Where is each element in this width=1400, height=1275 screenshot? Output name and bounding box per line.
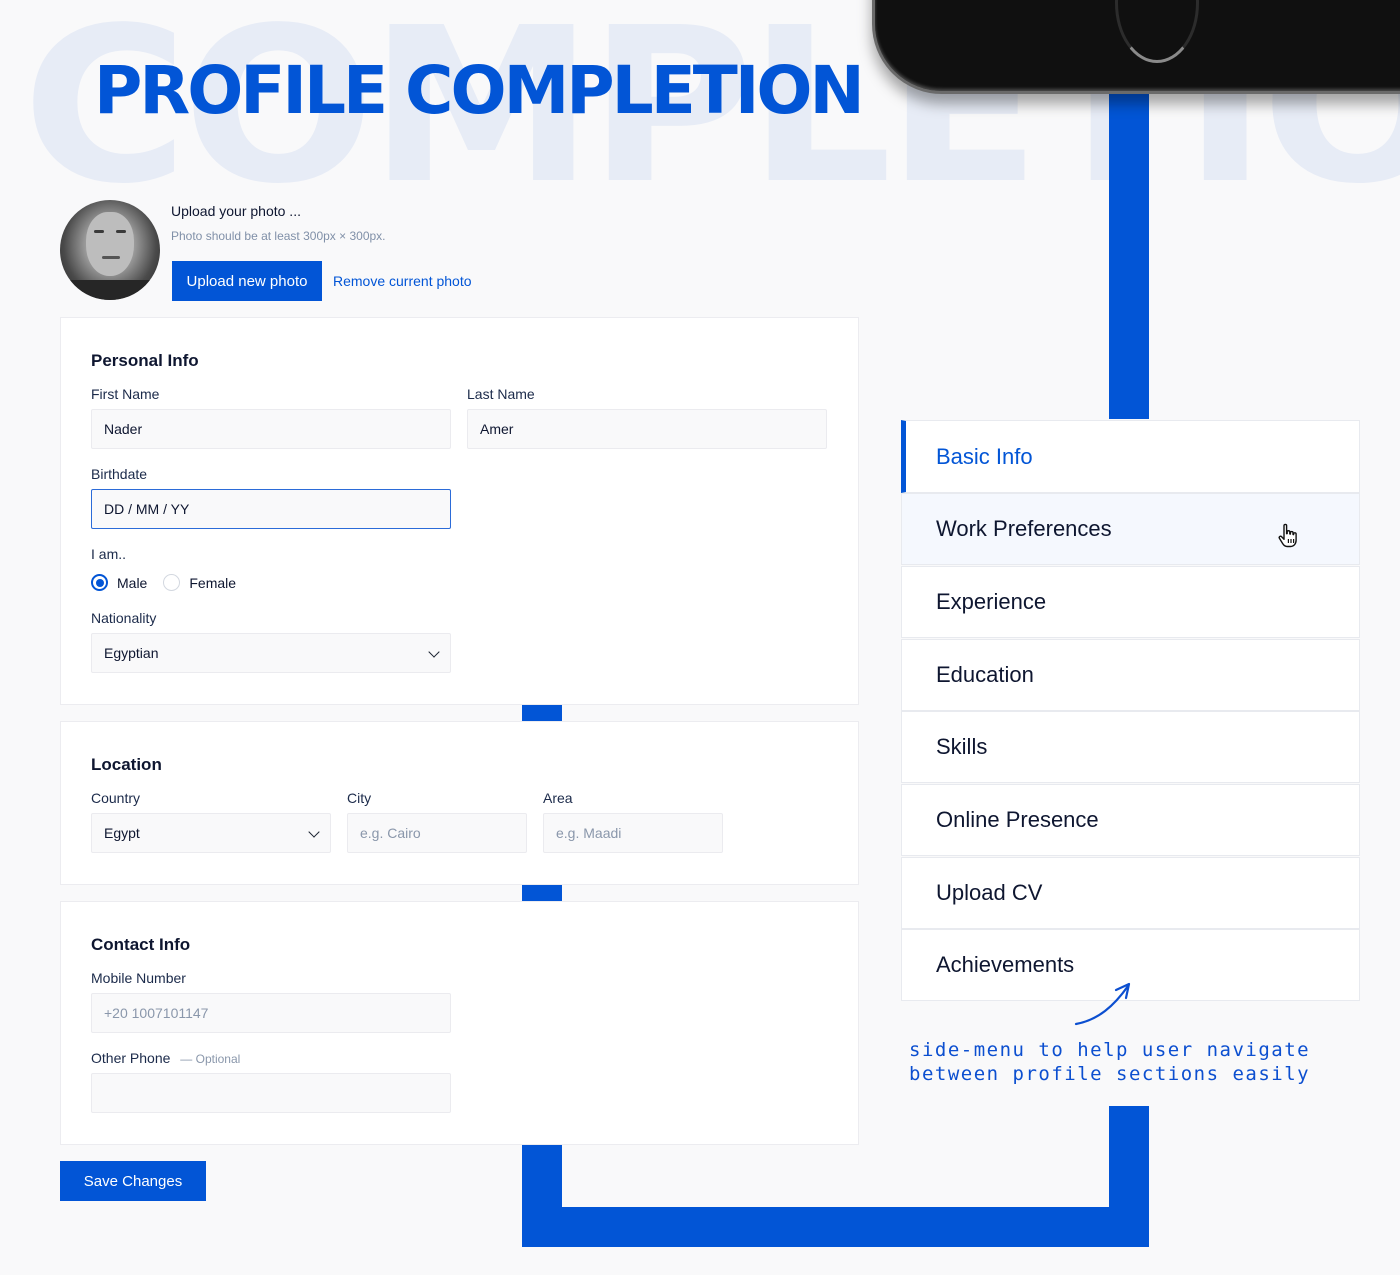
connector-segment-2	[522, 885, 562, 901]
other-phone-label-text: Other Phone	[91, 1050, 171, 1066]
page-title: PROFILE COMPLETION	[94, 52, 865, 129]
connector-vertical-top	[1109, 92, 1149, 419]
chevron-down-icon	[308, 826, 320, 838]
side-menu-item-education[interactable]: Education	[901, 639, 1360, 711]
country-select[interactable]: Egypt	[91, 813, 331, 853]
country-value: Egypt	[104, 825, 140, 841]
mobile-label: Mobile Number	[91, 970, 186, 986]
location-title: Location	[91, 755, 162, 774]
phone-mockup	[872, 0, 1400, 94]
side-menu-label: Work Preferences	[936, 516, 1112, 541]
area-label: Area	[543, 790, 573, 806]
side-menu-item-experience[interactable]: Experience	[901, 566, 1360, 638]
last-name-label: Last Name	[467, 386, 535, 402]
connector-right-up	[1109, 1106, 1149, 1247]
radio-unchecked-icon[interactable]	[163, 574, 181, 591]
side-menu-label: Skills	[936, 734, 988, 759]
annotation-note: side-menu to help user navigate between …	[909, 1039, 1311, 1085]
hand-cursor-icon	[1278, 523, 1297, 548]
upload-photo-button[interactable]: Upload new photo	[172, 261, 322, 301]
side-menu-label: Education	[936, 662, 1034, 687]
radio-checked-icon[interactable]	[91, 574, 108, 591]
nationality-select[interactable]: Egyptian	[91, 633, 451, 673]
remove-photo-link[interactable]: Remove current photo	[333, 273, 472, 289]
annotation-arrow-icon	[1074, 982, 1131, 1026]
save-changes-button[interactable]: Save Changes	[60, 1161, 206, 1201]
other-phone-input[interactable]	[91, 1073, 451, 1113]
mobile-input[interactable]: +20 1007101147	[91, 993, 451, 1033]
side-menu-item-basic-info[interactable]: Basic Info	[901, 420, 1360, 493]
side-menu-label: Experience	[936, 589, 1047, 614]
gender-option-female[interactable]: Female	[163, 574, 236, 591]
connector-segment-1	[522, 705, 562, 721]
side-menu-label: Upload CV	[936, 880, 1043, 905]
birthdate-input[interactable]: DD / MM / YY	[91, 489, 451, 529]
avatar	[60, 200, 160, 300]
nationality-label: Nationality	[91, 610, 157, 626]
personal-info-title: Personal Info	[91, 351, 199, 370]
optional-tag: — Optional	[180, 1052, 241, 1066]
upload-photo-hint: Photo should be at least 300px × 300px.	[171, 229, 386, 243]
side-menu-label: Achievements	[936, 952, 1075, 977]
connector-bottom	[522, 1207, 1149, 1247]
birthdate-label: Birthdate	[91, 466, 148, 482]
city-label: City	[347, 790, 372, 806]
nationality-value: Egyptian	[104, 645, 159, 661]
chevron-down-icon	[428, 646, 440, 658]
first-name-input[interactable]: Nader	[91, 409, 451, 449]
gender-radio-group: Male Female	[91, 574, 252, 591]
country-label: Country	[91, 790, 141, 806]
first-name-label: First Name	[91, 386, 160, 402]
area-input[interactable]: e.g. Maadi	[543, 813, 723, 853]
gender-option-male[interactable]: Male	[91, 574, 147, 591]
phone-home-button-icon	[1115, 0, 1199, 63]
gender-label: I am..	[91, 546, 127, 562]
other-phone-label: Other Phone — Optional	[91, 1050, 240, 1066]
gender-option-label: Female	[189, 574, 237, 591]
last-name-input[interactable]: Amer	[467, 409, 827, 449]
side-menu-item-upload-cv[interactable]: Upload CV	[901, 857, 1360, 929]
side-menu-label: Online Presence	[936, 807, 1099, 832]
contact-info-title: Contact Info	[91, 935, 191, 954]
side-menu-item-skills[interactable]: Skills	[901, 711, 1360, 783]
upload-photo-title: Upload your photo ...	[171, 203, 301, 219]
location-card	[60, 721, 859, 885]
city-input[interactable]: e.g. Cairo	[347, 813, 527, 853]
side-menu-item-online-presence[interactable]: Online Presence	[901, 784, 1360, 856]
side-menu-label: Basic Info	[936, 443, 1033, 469]
gender-option-label: Male	[117, 574, 148, 591]
